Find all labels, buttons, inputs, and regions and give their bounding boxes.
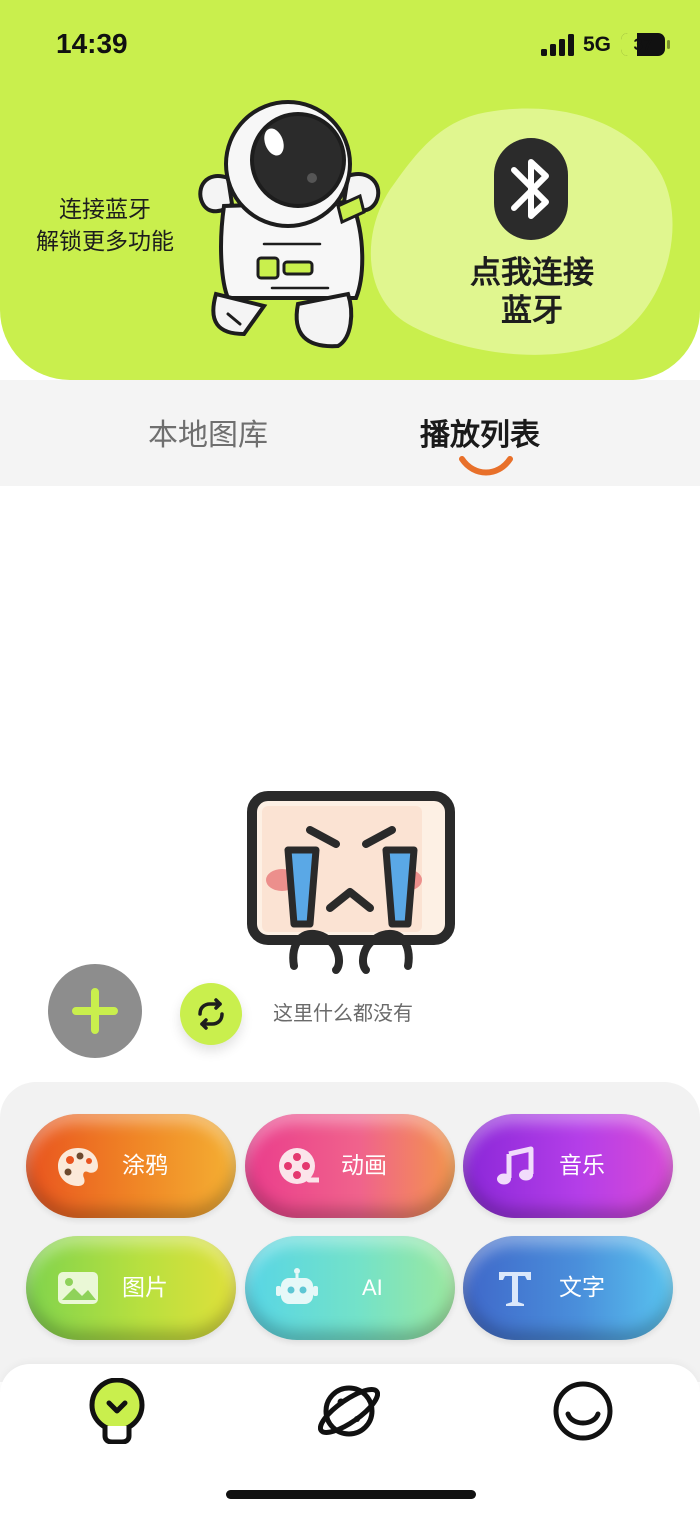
loop-button[interactable]	[180, 983, 242, 1045]
planet-icon[interactable]	[318, 1378, 380, 1444]
feature-ai-label: AI	[362, 1275, 383, 1300]
crying-face-illustration	[247, 791, 455, 974]
feature-graffiti-label: 涂鸦	[122, 1153, 168, 1179]
status-bar: 14:39 5G 37	[0, 0, 700, 90]
lightbulb-icon[interactable]	[86, 1378, 148, 1444]
add-button[interactable]	[48, 964, 142, 1058]
text-t-icon	[499, 1272, 531, 1306]
feature-animation-button[interactable]: 动画	[245, 1114, 455, 1218]
connect-bluetooth-line-2: 蓝牙	[501, 293, 563, 329]
battery-icon: 37	[621, 33, 665, 56]
network-type: 5G	[583, 33, 612, 56]
feature-text-button[interactable]: 文字	[463, 1236, 673, 1340]
smile-icon[interactable]	[552, 1378, 614, 1444]
feature-animation-label: 动画	[341, 1153, 387, 1179]
signal-strength-icon	[541, 34, 574, 56]
feature-ai-button[interactable]: AI	[245, 1236, 455, 1340]
feature-graffiti-button[interactable]: 涂鸦	[26, 1114, 236, 1218]
music-note-icon	[497, 1146, 534, 1185]
battery-level: 37	[633, 35, 653, 54]
active-tab-indicator	[459, 456, 513, 476]
palette-icon	[58, 1148, 98, 1186]
feature-text-label: 文字	[559, 1275, 605, 1301]
header-banner: 14:39 5G 37 连接蓝牙 解锁更多功能 点我连接 蓝牙	[0, 0, 700, 380]
feature-music-label: 音乐	[559, 1153, 605, 1179]
connect-bluetooth-button[interactable]: 点我连接 蓝牙	[450, 254, 614, 330]
battery-cap	[667, 40, 670, 49]
tab-bar	[0, 380, 700, 486]
empty-state-message: 这里什么都没有	[273, 1001, 413, 1025]
connect-bluetooth-line-1: 点我连接	[470, 255, 594, 291]
film-reel-icon	[279, 1148, 319, 1184]
image-icon	[58, 1272, 98, 1304]
bluetooth-icon[interactable]	[492, 136, 570, 242]
robot-icon	[276, 1268, 318, 1304]
promo-line-1: 连接蓝牙	[59, 197, 151, 223]
bluetooth-promo-text: 连接蓝牙 解锁更多功能	[24, 194, 186, 258]
tab-playlist[interactable]: 播放列表	[420, 410, 540, 454]
promo-line-2: 解锁更多功能	[36, 229, 174, 255]
astronaut-illustration	[198, 100, 381, 349]
tab-local-gallery[interactable]: 本地图库	[148, 410, 268, 454]
loop-icon	[198, 998, 224, 1030]
feature-music-button[interactable]: 音乐	[463, 1114, 673, 1218]
status-time: 14:39	[56, 28, 128, 59]
feature-image-label: 图片	[122, 1275, 168, 1301]
feature-image-button[interactable]: 图片	[26, 1236, 236, 1340]
plus-icon	[72, 988, 118, 1034]
home-indicator	[226, 1490, 476, 1499]
